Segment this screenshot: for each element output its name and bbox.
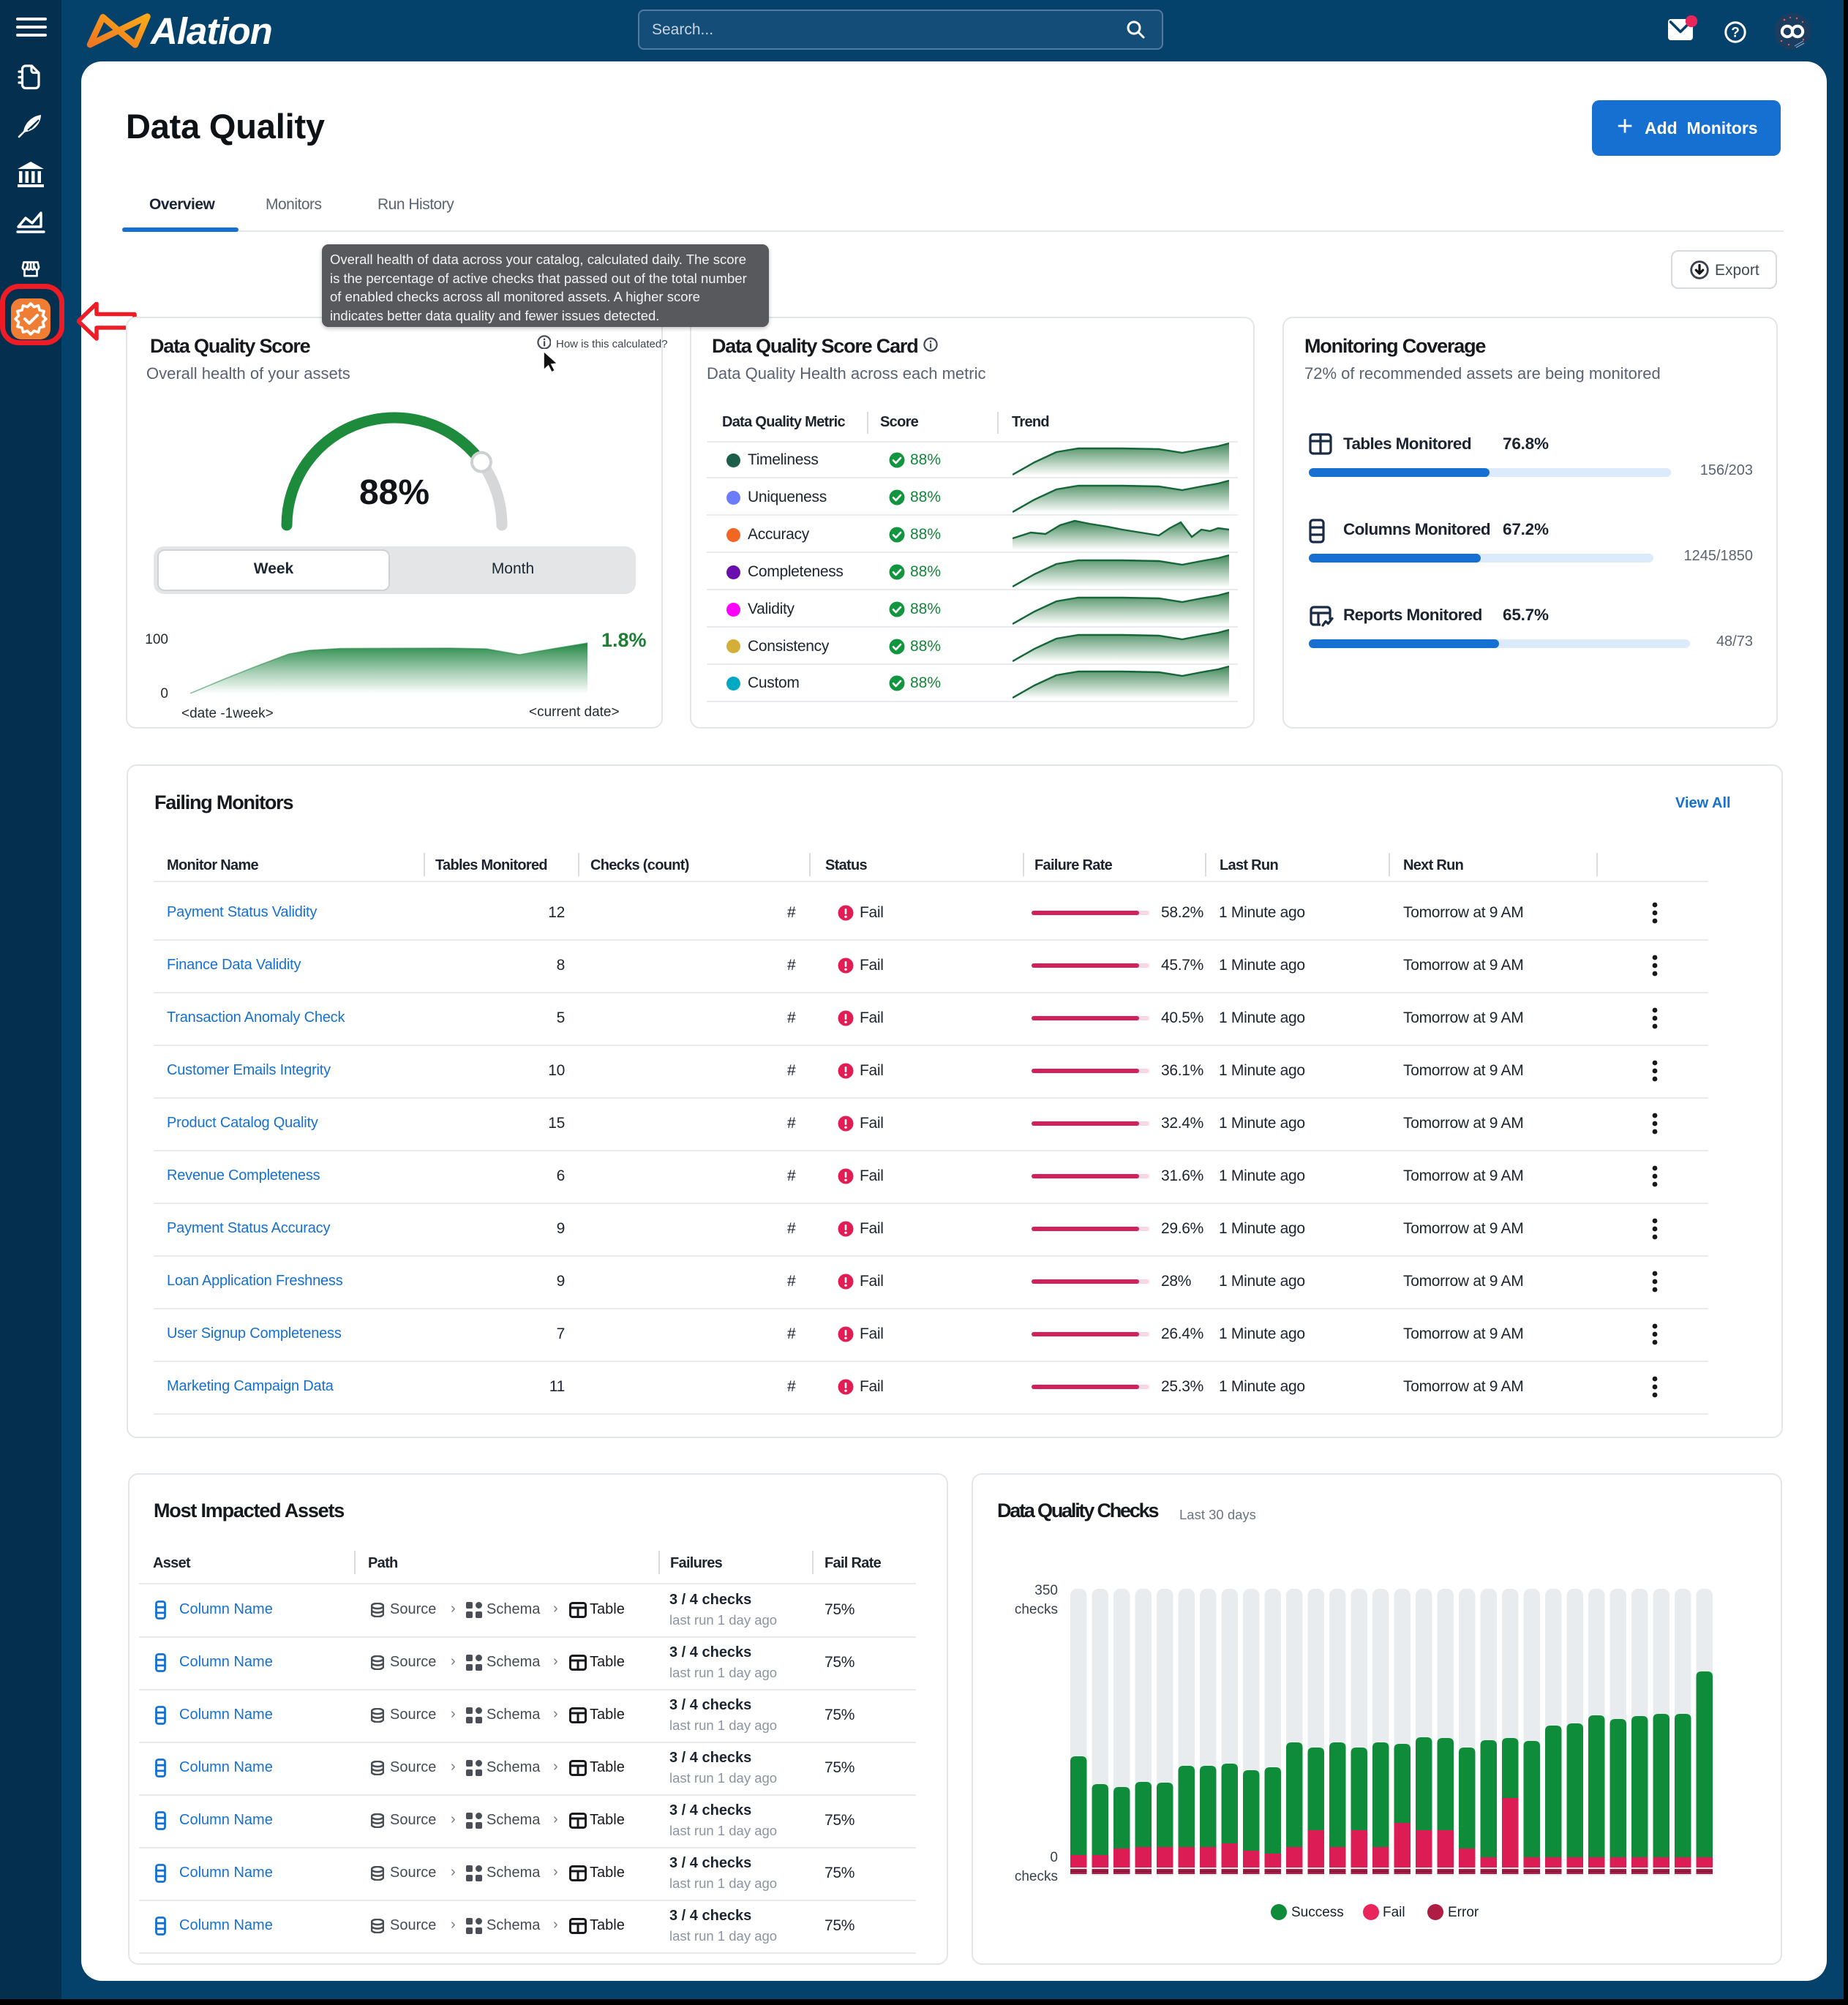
svg-text:?: ? [1731, 26, 1740, 41]
